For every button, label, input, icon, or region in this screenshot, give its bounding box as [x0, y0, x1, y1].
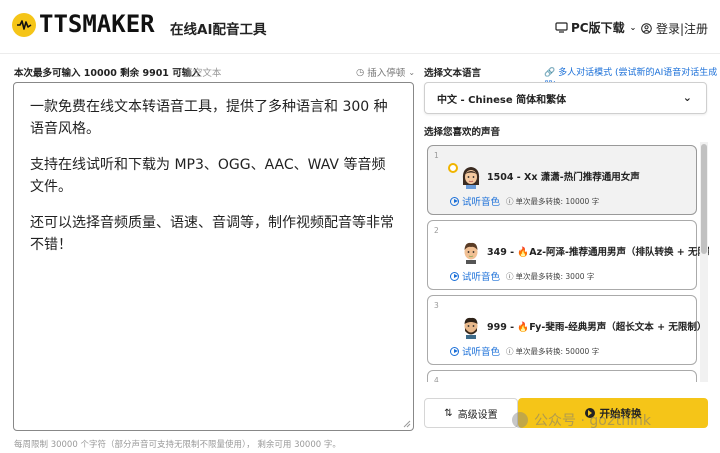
voice-card[interactable]: 1 1504 - Xx 潇潇-热门推荐通用女声 试听音色 ⓘ 单次最多转换: 10…	[427, 145, 697, 215]
clear-text-button[interactable]: ◇ 清空文本	[174, 65, 222, 80]
pc-download-label: PC版下载	[571, 21, 625, 35]
voice-card[interactable]: 3 999 - 🔥Fy-斐雨-经典男声（超长文本 + 无限制） 试听音色 ⓘ 单次…	[427, 295, 706, 365]
max-convert-info: ⓘ 单次最多转换: 50000 字	[506, 346, 599, 357]
start-convert-label: 开始转换	[599, 407, 642, 420]
listen-button[interactable]: 试听音色	[450, 344, 500, 358]
voice-index: 3	[434, 301, 439, 310]
voice-label: 选择您喜欢的声音	[424, 127, 501, 138]
info-icon: ⓘ	[506, 197, 514, 206]
pc-download-menu[interactable]: PC版下载 ⌄	[555, 19, 636, 36]
listen-label: 试听音色	[462, 272, 501, 283]
top-header: TTSMAKER 在线AI配音工具 PC版下载 ⌄ 登录|注册	[0, 0, 720, 54]
play-icon	[450, 271, 459, 281]
selected-radio-icon[interactable]	[448, 163, 458, 173]
voice-name: 999 - 🔥Fy-斐雨-经典男声（超长文本 + 无限制）	[487, 322, 707, 333]
voice-index: 2	[434, 226, 439, 235]
voice-card[interactable]: 4	[427, 370, 697, 382]
voice-list[interactable]: 1 1504 - Xx 潇潇-热门推荐通用女声 试听音色 ⓘ 单次最多转换: 10…	[424, 142, 709, 382]
user-icon	[641, 23, 652, 34]
start-convert-button[interactable]: 开始转换	[518, 398, 708, 428]
listen-label: 试听音色	[462, 197, 501, 208]
site-tagline: 在线AI配音工具	[170, 22, 267, 38]
play-icon	[584, 408, 595, 418]
resize-grip-icon[interactable]	[403, 420, 411, 428]
voice-card[interactable]: 2 349 - 🔥Az-阿泽-推荐通用男声（排队转换 + 无限制） 试听音色 ⓘ…	[427, 220, 709, 290]
advanced-settings-label: 高级设置	[457, 409, 498, 421]
play-icon	[450, 346, 459, 356]
selected-language: 中文 - Chinese 简体和繁体	[437, 94, 567, 106]
listen-label: 试听音色	[462, 347, 501, 358]
login-link[interactable]: 登录|注册	[641, 20, 708, 37]
insert-pause-button[interactable]: ◷ 插入停顿 ⌄	[356, 65, 416, 80]
text-paragraph: 一款免费在线文本转语音工具，提供了多种语言和 300 种语音风格。	[30, 99, 388, 137]
voice-name: 1504 - Xx 潇潇-热门推荐通用女声	[487, 172, 640, 183]
insert-pause-label: 插入停顿	[367, 68, 406, 79]
max-convert-info: ⓘ 单次最多转换: 3000 字	[506, 271, 594, 282]
bearded-male-avatar-icon	[464, 317, 478, 339]
voice-list-scrollbar[interactable]	[700, 142, 708, 382]
max-convert-label: 单次最多转换: 3000 字	[515, 272, 595, 281]
female-avatar-icon	[462, 167, 480, 189]
max-convert-info: ⓘ 单次最多转换: 10000 字	[506, 196, 599, 207]
char-limit-info: 本次最多可输入 10000 剩余 9901 可输入	[14, 68, 201, 79]
info-icon: ⓘ	[506, 347, 514, 356]
chevron-down-icon: ⌄	[682, 91, 692, 104]
monitor-icon	[555, 22, 568, 33]
listen-button[interactable]: 试听音色	[450, 194, 500, 208]
clock-icon: ◷	[356, 66, 365, 78]
login-label: 登录|注册	[656, 22, 709, 36]
info-icon: ⓘ	[506, 272, 514, 281]
waveform-logo-icon[interactable]	[12, 13, 36, 37]
text-paragraph: 还可以选择音频质量、语速、音调等，制作视频配音等非常不错！	[30, 215, 394, 253]
language-select[interactable]: 中文 - Chinese 简体和繁体 ⌄	[424, 82, 707, 114]
voice-index: 4	[434, 376, 439, 382]
advanced-settings-button[interactable]: ⇅ 高级设置	[424, 398, 518, 428]
text-paragraph: 支持在线试听和下载为 MP3、OGG、AAC、WAV 等音频文件。	[30, 157, 386, 195]
language-label: 选择文本语言	[424, 68, 482, 79]
max-convert-label: 单次最多转换: 10000 字	[515, 197, 600, 206]
clear-text-label: 清空文本	[183, 68, 222, 79]
sliders-icon: ⇅	[444, 407, 453, 419]
eraser-icon: ◇	[174, 66, 182, 78]
chevron-down-icon: ⌄	[629, 23, 637, 32]
link-icon: 🔗	[544, 68, 556, 78]
voice-name: 349 - 🔥Az-阿泽-推荐通用男声（排队转换 + 无限制）	[487, 247, 709, 258]
weekly-limit-note: 每周限制 30000 个字符（部分声音可支持无限制不限量使用）， 剩余可用 30…	[14, 440, 341, 450]
voice-index: 1	[434, 151, 439, 160]
max-convert-label: 单次最多转换: 50000 字	[515, 347, 600, 356]
male-avatar-icon	[464, 242, 478, 264]
text-input-area[interactable]: 一款免费在线文本转语音工具，提供了多种语言和 300 种语音风格。 支持在线试听…	[13, 82, 414, 431]
logo-text[interactable]: TTSMAKER	[39, 10, 155, 38]
scrollbar-thumb[interactable]	[701, 144, 707, 254]
play-icon	[450, 196, 459, 206]
listen-button[interactable]: 试听音色	[450, 269, 500, 283]
chevron-down-icon: ⌄	[408, 67, 416, 77]
